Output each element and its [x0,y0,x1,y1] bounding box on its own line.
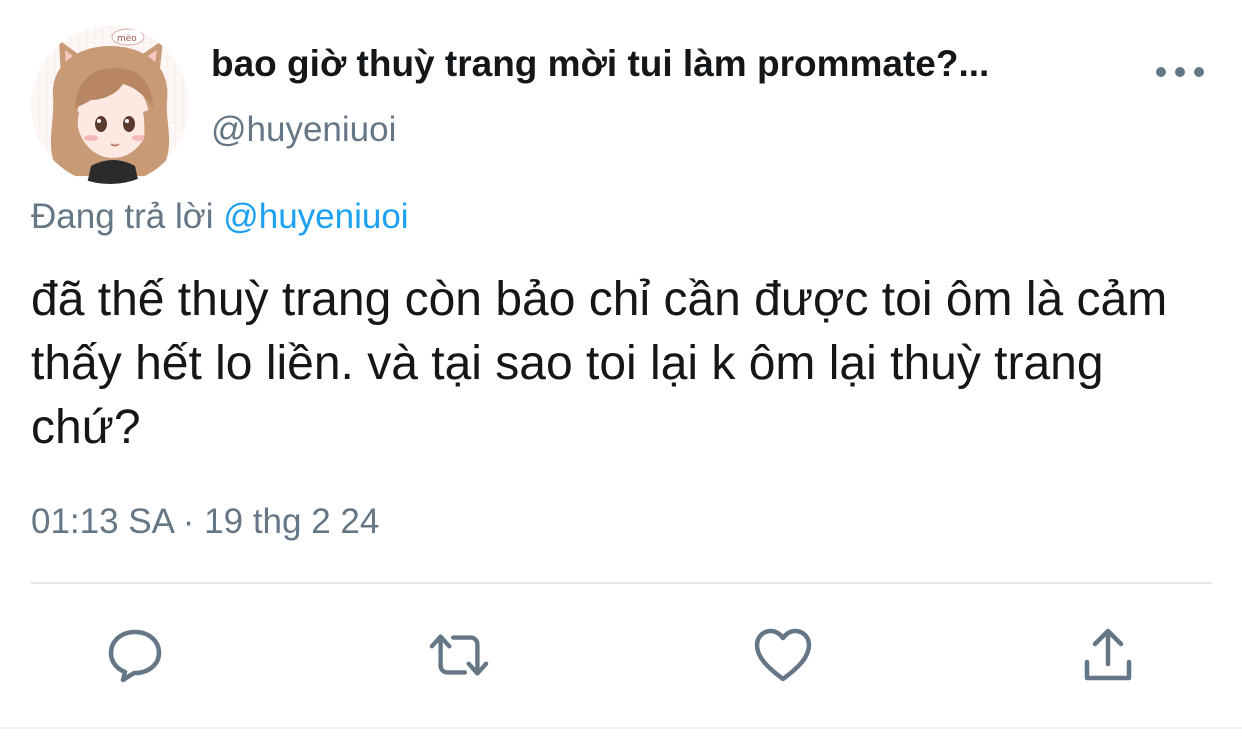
bottom-divider [0,727,1242,729]
like-button[interactable] [752,624,814,686]
avatar[interactable]: mèo [31,26,189,184]
divider [31,582,1212,584]
avatar-badge-text: mèo [117,33,137,44]
tweet-text: đã thế thuỳ trang còn bảo chỉ cần được t… [31,273,1168,454]
share-button[interactable] [1077,624,1139,686]
retweet-button[interactable] [428,624,490,686]
reply-prefix: Đang trả lời [31,197,214,236]
display-name[interactable]: bao giờ thuỳ trang mời tui làm prommate?… [211,40,1141,88]
reply-button[interactable] [104,624,166,686]
retweet-icon [429,634,489,676]
share-icon [1084,628,1132,681]
like-icon [754,628,812,682]
user-handle[interactable]: @huyeniuoi [211,107,396,153]
replying-to-line: Đang trả lời @huyeniuoi [31,194,409,240]
more-dots-icon [1156,67,1204,77]
reply-handle-link[interactable]: @huyeniuoi [223,197,408,236]
more-options-button[interactable] [1150,52,1210,92]
timestamp[interactable]: 01:13 SA · 19 thg 2 24 [31,499,379,545]
avatar-illustration: mèo [31,26,189,184]
reply-icon [108,629,162,683]
